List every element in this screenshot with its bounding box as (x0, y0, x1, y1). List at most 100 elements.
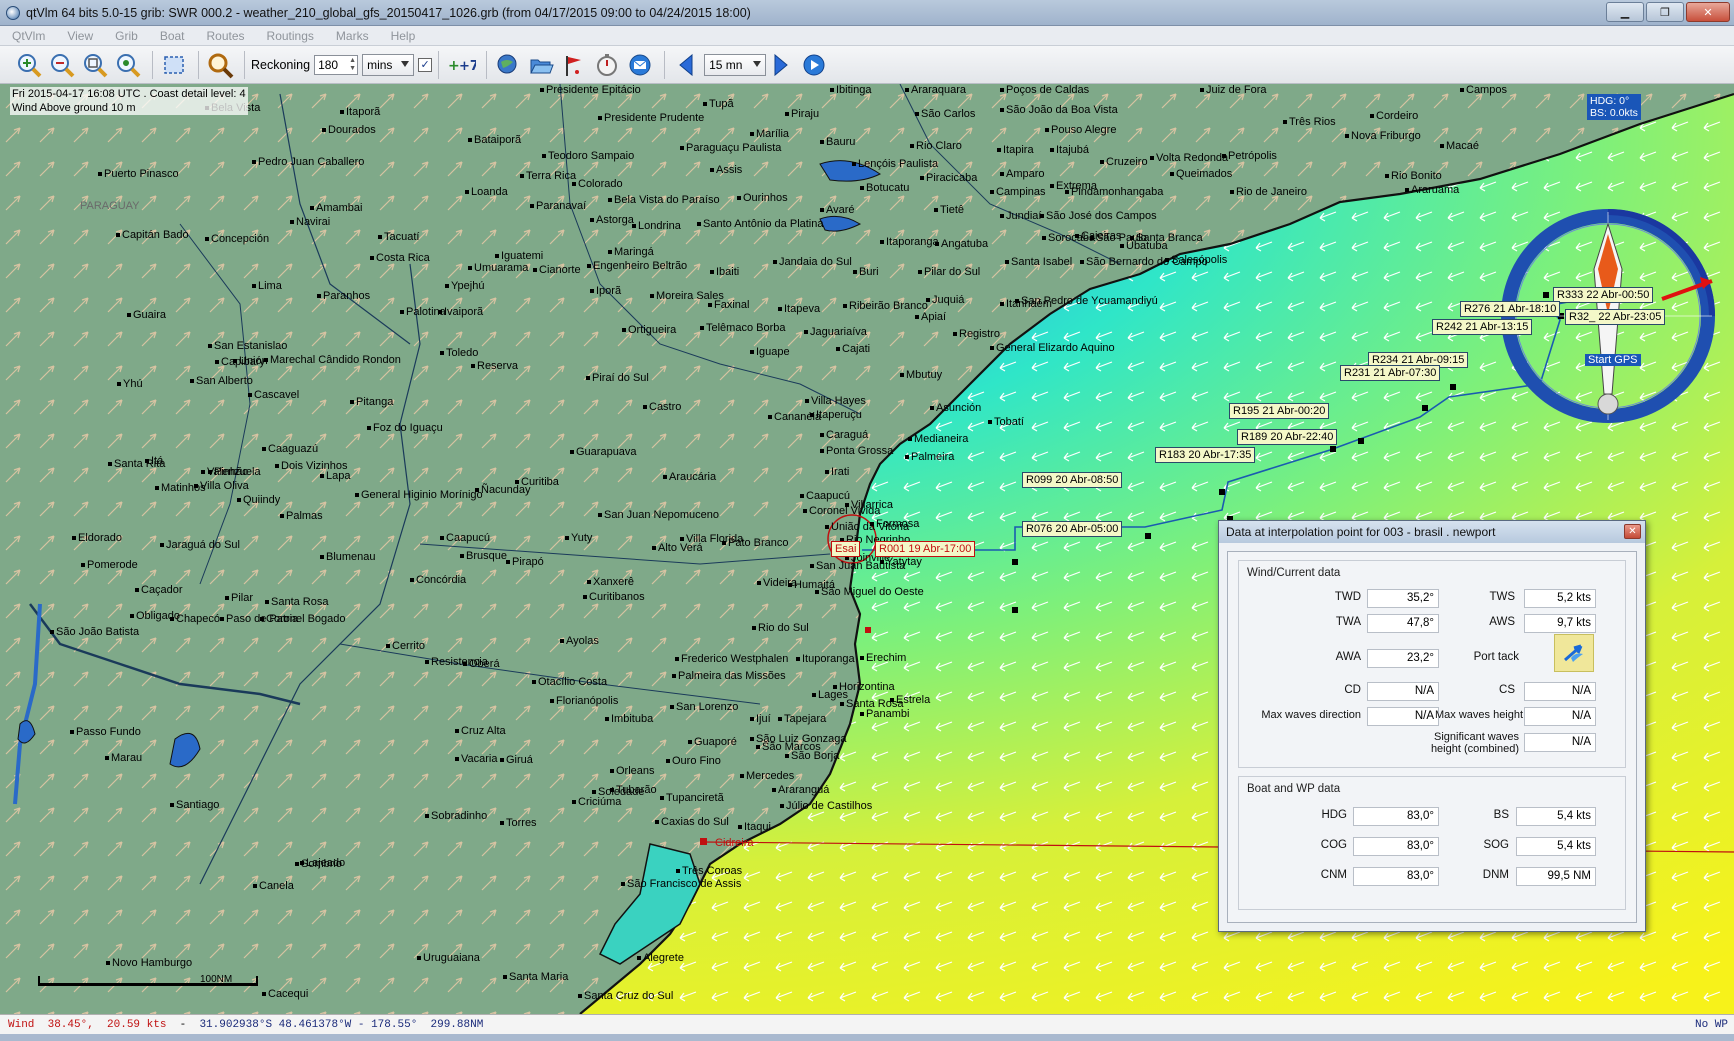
dialog-title-bar[interactable]: Data at interpolation point for 003 - br… (1219, 521, 1645, 543)
place-dot-icon (248, 393, 252, 398)
cidreira-mark-label[interactable]: Cidreira (712, 836, 757, 850)
route-point-marker[interactable] (1358, 438, 1364, 444)
route-point-marker[interactable] (1543, 292, 1549, 298)
route-point-marker[interactable] (1012, 607, 1018, 613)
hdg-label: HDG (1321, 809, 1347, 821)
place-name: Pouso Alegre (1051, 124, 1117, 136)
stopwatch-icon[interactable] (592, 50, 622, 80)
route-point-marker[interactable] (1450, 384, 1456, 390)
route-point-label[interactable]: R189 20 Abr-22:40 (1237, 429, 1338, 445)
place-name: Londrina (638, 220, 681, 232)
boat-globe-icon[interactable] (493, 50, 523, 80)
place-name: Paraguaçu Paulista (686, 142, 782, 154)
place-name: Ituporanga (802, 653, 855, 665)
route-point-marker[interactable] (1422, 405, 1428, 411)
place-name: Dourados (328, 124, 376, 136)
place-name: São Francisco de Assis (627, 878, 742, 890)
toolbar-separator (152, 50, 153, 79)
close-button[interactable]: ✕ (1686, 2, 1730, 22)
place-label: Lapa (320, 470, 350, 482)
zoom-fit-icon[interactable] (80, 50, 110, 80)
interpolation-dialog[interactable]: Data at interpolation point for 003 - br… (1218, 520, 1646, 932)
route-point-label[interactable]: R076 20 Abr-05:00 (1022, 521, 1123, 537)
place-label: Concórdia (410, 574, 466, 586)
place-label: Yuty (565, 532, 592, 544)
place-dot-icon (495, 254, 499, 259)
route-point-label[interactable]: R276 21 Abr-18:10 (1460, 301, 1561, 317)
place-label: Ituporanga (796, 653, 855, 665)
menu-grib[interactable]: Grib (115, 29, 138, 43)
place-name: Erechim (866, 652, 907, 664)
route-point-marker[interactable] (1012, 559, 1018, 565)
route-point-marker[interactable] (1330, 446, 1336, 452)
place-dot-icon (675, 657, 679, 662)
place-name: Tupã (709, 98, 734, 110)
place-dot-icon (155, 486, 159, 491)
menu-marks[interactable]: Marks (336, 29, 369, 43)
cog-label: COG (1320, 839, 1347, 851)
reckoning-spinbox[interactable]: 180 ▲ ▼ (314, 54, 359, 75)
dialog-close-button[interactable]: ✕ (1624, 524, 1641, 539)
zoom-in-icon[interactable] (14, 50, 44, 80)
place-dot-icon (785, 112, 789, 117)
place-label: Bauru (820, 136, 855, 148)
place-name: Ijuí (756, 713, 771, 725)
place-label: Lima (252, 280, 282, 292)
place-name: Santo Antônio da Platina (703, 218, 824, 230)
time-now-icon[interactable] (799, 50, 829, 80)
time-back-icon[interactable] (671, 50, 701, 80)
cidreira-marker[interactable] (700, 838, 707, 845)
place-dot-icon (605, 717, 609, 722)
minimize-button[interactable]: ▁ (1606, 2, 1644, 22)
place-name: Paranhos (323, 290, 371, 302)
menu-help[interactable]: Help (391, 29, 416, 43)
zoom-out-icon[interactable] (47, 50, 77, 80)
time-plus-icon[interactable]: + +7 (445, 50, 477, 80)
place-dot-icon (610, 769, 614, 774)
menu-routes[interactable]: Routes (207, 29, 245, 43)
time-forward-icon[interactable] (766, 50, 796, 80)
reckoning-unit-value: mins (367, 57, 393, 72)
route-point-label[interactable]: R183 20 Abr-17:35 (1155, 447, 1256, 463)
time-step-select[interactable]: 15 mn (704, 53, 767, 76)
route-point-label[interactable]: R242 21 Abr-13:15 (1432, 319, 1533, 335)
place-dot-icon (926, 298, 930, 303)
place-label: Araruama (1405, 184, 1459, 196)
route-point-marker[interactable] (865, 627, 871, 633)
place-dot-icon (820, 449, 824, 454)
cnm-label: CNM (1320, 869, 1347, 881)
place-dot-icon (1040, 214, 1044, 219)
route-point-label[interactable]: R333 22 Abr-00:50 (1553, 287, 1654, 303)
reckoning-checkbox[interactable]: ✓ (418, 57, 433, 72)
select-zone-icon[interactable] (159, 50, 189, 80)
reckoning-unit-select[interactable]: mins (362, 53, 415, 76)
maximize-button[interactable]: ❐ (1646, 2, 1684, 22)
route-point-label[interactable]: R195 21 Abr-00:20 (1229, 403, 1330, 419)
place-label: Guarapuava (570, 446, 637, 458)
place-label: San Pedro de Ycuamandiyú (1015, 295, 1158, 307)
route-point-label-start[interactable]: R001 19 Abr-17:00 (875, 541, 976, 557)
place-name: Araucária (669, 471, 717, 483)
zoom-all-icon[interactable] (113, 50, 143, 80)
start-gps-button[interactable]: Start GPS (1585, 354, 1641, 366)
menu-qtvlm[interactable]: QtVlm (12, 29, 45, 43)
flag-mark-icon[interactable] (559, 50, 589, 80)
place-label: Loanda (465, 186, 508, 198)
menu-boat[interactable]: Boat (160, 29, 185, 43)
route-point-marker[interactable] (1219, 489, 1225, 495)
route-point-label[interactable]: R099 20 Abr-08:50 (1022, 472, 1123, 488)
search-icon[interactable] (205, 50, 235, 80)
start-mark-label[interactable]: Esai (831, 541, 861, 557)
route-point-label[interactable]: R32_ 22 Abr-23:05 (1565, 309, 1666, 325)
menu-view[interactable]: View (67, 29, 93, 43)
open-folder-icon[interactable] (526, 50, 556, 80)
place-dot-icon (468, 138, 472, 143)
spin-arrows-icon[interactable]: ▲ ▼ (349, 57, 356, 73)
place-dot-icon (190, 379, 194, 384)
menu-routings[interactable]: Routings (267, 29, 314, 43)
place-name: Engenheiro Beltrão (593, 260, 688, 272)
mail-send-icon[interactable] (625, 50, 655, 80)
route-point-label[interactable]: R231 21 Abr-07:30 (1340, 365, 1441, 381)
place-name: Bataiporã (474, 134, 522, 146)
route-point-marker[interactable] (1145, 533, 1151, 539)
